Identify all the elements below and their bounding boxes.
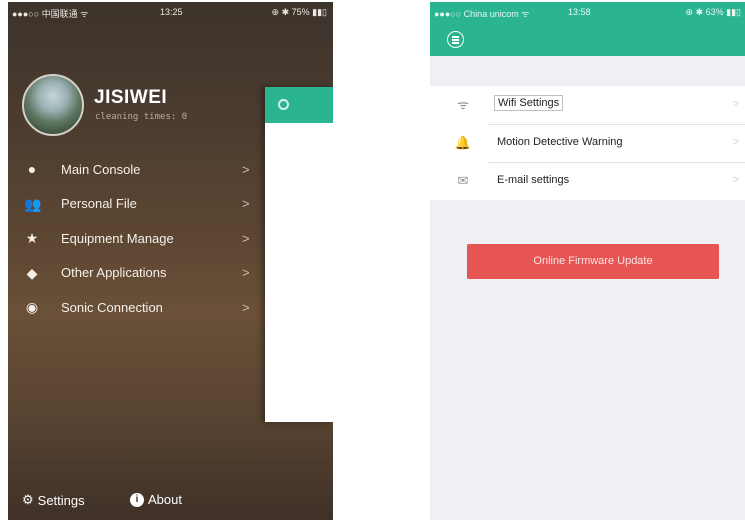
settings-row-motion-warning[interactable]: 🔔 Motion Detective Warning > <box>430 124 745 162</box>
firmware-update-button[interactable]: Online Firmware Update <box>467 244 719 279</box>
chevron-right-icon: > <box>242 265 250 281</box>
chevron-right-icon: > <box>242 161 250 177</box>
settings-label: Settings <box>37 492 85 508</box>
bell-icon: 🔔 <box>454 135 472 150</box>
info-icon: i <box>130 492 144 507</box>
profile-name: JISIWEI <box>94 87 168 108</box>
cube-icon: ◆ <box>26 264 38 281</box>
chevron-right-icon: > <box>732 98 739 110</box>
users-icon: 👥 <box>24 195 42 212</box>
drawer-footer: ⚙ Settings i About <box>8 488 264 512</box>
console-icon: ● <box>27 161 37 178</box>
page: ●●●○○ 中国联通 ᯤ 13:25 ⊕ ✱ 75% ▮▮▯ JISIWEI c… <box>0 0 745 522</box>
drawer-screen: ●●●○○ 中国联通 ᯤ 13:25 ⊕ ✱ 75% ▮▮▯ JISIWEI c… <box>8 2 333 520</box>
about-label: About <box>148 492 182 507</box>
settings-screen: ●●●○○ China unicom ᯤ 13:58 ⊕ ✱ 63% ▮▮▯ ᯤ… <box>430 2 745 520</box>
chevron-right-icon: > <box>242 196 250 212</box>
menu-item-label: Sonic Connection <box>61 299 163 315</box>
chevron-right-icon: > <box>242 230 250 246</box>
settings-row-label: Motion Detective Warning <box>497 136 623 148</box>
status-bar: ●●●○○ China unicom ᯤ 13:58 ⊕ ✱ 63% ▮▮▯ <box>430 2 745 20</box>
settings-row-label: Wifi Settings <box>494 95 564 111</box>
status-bar: ●●●○○ 中国联通 ᯤ 13:25 ⊕ ✱ 75% ▮▮▯ <box>8 2 333 22</box>
menu-line <box>452 42 459 44</box>
main-content-peek[interactable] <box>265 87 333 422</box>
menu-item-other-applications[interactable]: ◆ Other Applications > <box>8 256 264 291</box>
drawer-menu: ● Main Console > 👥 Personal File > ★ Equ… <box>8 152 264 325</box>
status-time: 13:25 <box>160 7 183 17</box>
menu-line <box>452 39 459 41</box>
menu-item-main-console[interactable]: ● Main Console > <box>8 152 264 187</box>
settings-row-wifi[interactable]: ᯤ Wifi Settings > <box>430 86 745 124</box>
menu-item-label: Personal File <box>61 196 137 212</box>
settings-list: ᯤ Wifi Settings > 🔔 Motion Detective War… <box>430 86 745 200</box>
chevron-right-icon: > <box>242 299 250 315</box>
cleaning-times: cleaning times: 0 <box>95 112 188 122</box>
chevron-right-icon: > <box>732 174 739 186</box>
settings-button[interactable]: ⚙ Settings <box>22 492 85 508</box>
menu-item-label: Main Console <box>61 161 141 177</box>
status-time: 13:58 <box>568 7 591 17</box>
settings-row-email[interactable]: ✉ E-mail settings > <box>430 162 745 200</box>
menu-item-equipment-manage[interactable]: ★ Equipment Manage > <box>8 221 264 256</box>
menu-item-label: Equipment Manage <box>61 230 174 246</box>
menu-item-label: Other Applications <box>61 265 167 281</box>
menu-line <box>452 36 459 38</box>
carrier-signal: ●●●○○ 中国联通 ᯤ <box>12 9 89 19</box>
menu-item-sonic-connection[interactable]: ◉ Sonic Connection > <box>8 290 264 325</box>
battery-indicator: ⊕ ✱ 75% ▮▮▯ <box>271 7 327 17</box>
carrier-signal: ●●●○○ China unicom ᯤ <box>434 9 530 19</box>
peek-header <box>265 87 333 123</box>
mail-icon: ✉ <box>457 173 469 188</box>
sonic-icon: ◉ <box>25 299 39 316</box>
chevron-right-icon: > <box>732 136 739 148</box>
battery-indicator: ⊕ ✱ 63% ▮▮▯ <box>685 7 741 17</box>
about-button[interactable]: i About <box>130 492 182 507</box>
app-header: ●●●○○ China unicom ᯤ 13:58 ⊕ ✱ 63% ▮▮▯ <box>430 2 745 56</box>
wifi-icon: ᯤ <box>457 97 469 112</box>
star-icon: ★ <box>25 230 39 247</box>
hamburger-menu-button[interactable] <box>447 31 464 48</box>
settings-row-label: E-mail settings <box>497 174 570 186</box>
avatar[interactable] <box>22 74 84 136</box>
menu-circle-icon <box>278 99 289 110</box>
gear-icon: ⚙ <box>22 492 34 507</box>
menu-item-personal-file[interactable]: 👥 Personal File > <box>8 187 264 222</box>
